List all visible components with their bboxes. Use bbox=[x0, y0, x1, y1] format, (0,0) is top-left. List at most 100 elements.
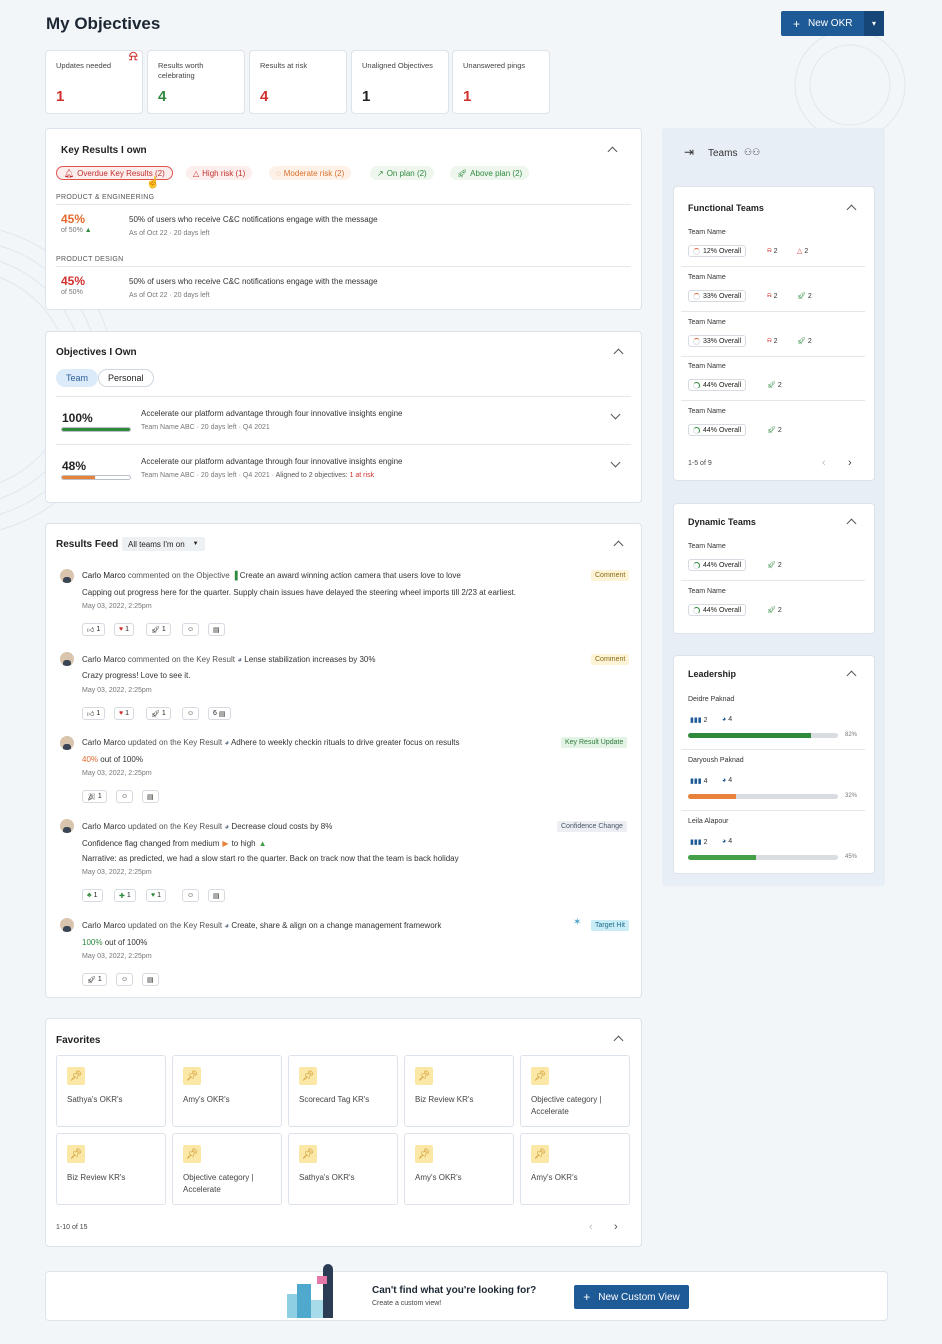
filter-chip-on-plan[interactable]: ↗ On plan (2) bbox=[370, 166, 434, 180]
avatar[interactable] bbox=[60, 652, 74, 666]
prev-page-icon[interactable]: ‹ bbox=[822, 457, 826, 469]
avatar[interactable] bbox=[60, 819, 74, 833]
favorite-tile[interactable]: 📌︎ Amy's OKR's bbox=[520, 1133, 630, 1205]
favorite-tile[interactable]: 📌︎ Amy's OKR's bbox=[404, 1133, 514, 1205]
objective-text[interactable]: Accelerate our platform advantage throug… bbox=[141, 457, 403, 466]
favorite-tile[interactable]: 📌︎ Objective category | Accelerate bbox=[172, 1133, 282, 1205]
next-page-icon[interactable]: › bbox=[848, 457, 852, 469]
leadership-title: Leadership bbox=[688, 669, 737, 679]
reaction-thumbs-up[interactable]: 👍︎ 1 bbox=[82, 707, 106, 720]
team-name[interactable]: Team Name bbox=[688, 319, 726, 326]
bell-alert-icon: ⍾ bbox=[767, 337, 772, 344]
filter-chip-high-risk[interactable]: △ High risk (1) bbox=[186, 166, 253, 180]
reaction-puzzle[interactable]: ✚ 1 bbox=[114, 889, 136, 902]
add-reaction-icon[interactable]: ☺ bbox=[182, 707, 200, 720]
key-results-count: ◕ 4 bbox=[722, 777, 733, 784]
comment-icon[interactable]: ▤ bbox=[208, 889, 225, 902]
teams-icon: ⚇⚇ bbox=[744, 147, 761, 157]
team-name[interactable]: Team Name bbox=[688, 588, 726, 595]
team-name[interactable]: Team Name bbox=[688, 274, 726, 281]
feed-target-link[interactable]: Adhere to weekly checkin rituals to driv… bbox=[231, 738, 460, 747]
feed-date: May 03, 2022, 2:25pm bbox=[82, 770, 152, 777]
pin-icon: 📌︎ bbox=[415, 1145, 433, 1163]
stat-card-results-at-risk[interactable]: Results at risk 4 bbox=[249, 50, 347, 114]
objectives-title: Objectives I Own bbox=[56, 347, 137, 358]
reaction-thumbs-up[interactable]: 👍︎ 1 bbox=[82, 623, 106, 636]
avatar[interactable] bbox=[60, 918, 74, 932]
add-reaction-icon[interactable]: ☺ bbox=[182, 623, 200, 636]
comment-icon[interactable]: ▤ bbox=[142, 973, 159, 986]
favorite-tile[interactable]: 📌︎ Biz Review KR's bbox=[404, 1055, 514, 1127]
feed-target-link[interactable]: Decrease cloud costs by 8% bbox=[231, 822, 332, 831]
avatar[interactable] bbox=[60, 736, 74, 750]
group-caption: PRODUCT DESIGN bbox=[56, 256, 124, 263]
team-name[interactable]: Team Name bbox=[688, 363, 726, 370]
team-name[interactable]: Team Name bbox=[688, 543, 726, 550]
reaction-celebrate[interactable]: 🎉︎ 1 bbox=[82, 790, 107, 803]
stat-card-unaligned-objectives[interactable]: Unaligned Objectives 1 bbox=[351, 50, 449, 114]
team-name[interactable]: Team Name bbox=[688, 229, 726, 236]
stat-card-unanswered-pings[interactable]: Unanswered pings 1 bbox=[452, 50, 550, 114]
comment-icon[interactable]: ▤ bbox=[142, 790, 159, 803]
feed-target-link[interactable]: Create, share & align on a change manage… bbox=[231, 921, 441, 930]
leader-name[interactable]: Leila Alapour bbox=[688, 818, 728, 825]
leader-progress-bar bbox=[688, 794, 838, 799]
update-alert-count: ⍾ 2 bbox=[767, 247, 778, 255]
kr-meta: As of Oct 22 · 20 days left bbox=[129, 292, 210, 299]
filter-chip-above-plan[interactable]: 🚀︎ Above plan (2) bbox=[450, 166, 530, 180]
favorite-tile[interactable]: 📌︎ Scorecard Tag KR's bbox=[288, 1055, 398, 1127]
add-reaction-icon[interactable]: ☺ bbox=[182, 889, 200, 902]
group-caption: PRODUCT & ENGINEERING bbox=[56, 194, 155, 201]
update-alert-count: ⍾ 2 bbox=[767, 292, 778, 300]
pin-icon: 📌︎ bbox=[67, 1145, 85, 1163]
reaction-rocket[interactable]: 🚀︎ 1 bbox=[146, 623, 171, 636]
key-results-count: ◕ 4 bbox=[722, 838, 733, 845]
comment-count[interactable]: 6 ▤ bbox=[208, 707, 231, 720]
above-plan-count: 🚀︎ 2 bbox=[797, 337, 812, 346]
feed-target-link[interactable]: Create an award winning action camera th… bbox=[240, 571, 461, 580]
kr-text[interactable]: 50% of users who receive C&C notificatio… bbox=[129, 215, 378, 224]
next-page-icon[interactable]: › bbox=[614, 1221, 618, 1233]
avatar[interactable] bbox=[60, 569, 74, 583]
reaction-clover[interactable]: ♣ 1 bbox=[82, 889, 103, 902]
pin-icon: 📌︎ bbox=[299, 1067, 317, 1085]
reaction-rocket[interactable]: 🚀︎ 1 bbox=[146, 707, 171, 720]
favorite-tile[interactable]: 📌︎ Objective category | Accelerate bbox=[520, 1055, 630, 1127]
favorite-tile[interactable]: 📌︎ Biz Review KR's bbox=[56, 1133, 166, 1205]
tag-target-hit: Target Hit bbox=[591, 920, 629, 931]
add-reaction-icon[interactable]: ☺ bbox=[116, 973, 134, 986]
filter-chip-moderate-risk[interactable]: ◌ Moderate risk (2) bbox=[269, 166, 352, 180]
prev-page-icon[interactable]: ‹ bbox=[589, 1221, 593, 1233]
feed-body: Capping out progress here for the quarte… bbox=[82, 588, 517, 597]
trend-icon: ↗ bbox=[377, 168, 384, 178]
leader-percent: 45% bbox=[845, 854, 858, 860]
favorite-tile[interactable]: 📌︎ Amy's OKR's bbox=[172, 1055, 282, 1127]
feed-target-link[interactable]: Lense stabilization increases by 30% bbox=[244, 655, 375, 664]
chevron-down-icon[interactable]: ▾ bbox=[864, 11, 884, 36]
reaction-rocket[interactable]: 🚀︎ 1 bbox=[82, 973, 107, 986]
objective-text[interactable]: Accelerate our platform advantage throug… bbox=[141, 409, 403, 418]
add-reaction-icon[interactable]: ☺ bbox=[116, 790, 134, 803]
leader-name[interactable]: Deidre Paknad bbox=[688, 696, 734, 703]
favorite-tile[interactable]: 📌︎ Sathya's OKR's bbox=[288, 1133, 398, 1205]
favorite-tile[interactable]: 📌︎ Sathya's OKR's bbox=[56, 1055, 166, 1127]
comment-icon[interactable]: ▤ bbox=[208, 623, 225, 636]
tab-team[interactable]: Team bbox=[56, 369, 99, 387]
new-okr-button[interactable]: + New OKR ▾ bbox=[781, 11, 884, 36]
reaction-heart[interactable]: ♥ 1 bbox=[114, 707, 135, 720]
key-result-icon: ◕ bbox=[224, 921, 230, 930]
leader-name[interactable]: Daryoush Paknad bbox=[688, 757, 744, 764]
results-feed-title: Results Feed bbox=[56, 539, 119, 550]
stat-value: 1 bbox=[463, 88, 472, 105]
kr-text[interactable]: 50% of users who receive C&C notificatio… bbox=[129, 277, 378, 286]
reaction-heart[interactable]: ♥ 1 bbox=[114, 623, 135, 636]
reaction-green-heart[interactable]: ♥ 1 bbox=[146, 889, 167, 902]
tab-personal[interactable]: Personal bbox=[98, 369, 154, 387]
team-filter-dropdown[interactable]: All teams I'm on ▼ bbox=[122, 537, 205, 551]
stat-card-results-celebrating[interactable]: Results worth celebrating 4 bbox=[147, 50, 245, 114]
new-custom-view-button[interactable]: + New Custom View bbox=[574, 1285, 689, 1309]
team-name[interactable]: Team Name bbox=[688, 408, 726, 415]
pin-icon: 📌︎ bbox=[183, 1067, 201, 1085]
collapse-panel-icon[interactable]: ⇥ bbox=[684, 145, 694, 159]
risk-link[interactable]: 1 at risk bbox=[350, 472, 375, 479]
